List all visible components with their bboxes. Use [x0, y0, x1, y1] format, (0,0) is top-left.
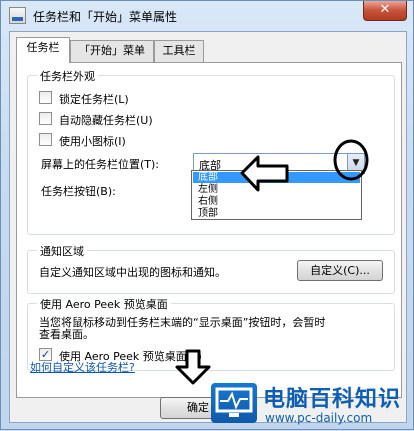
annotation-overlay: [175, 139, 369, 385]
monitor-logo-icon: [211, 383, 257, 423]
watermark-url: www.pc-daily.com: [265, 411, 373, 425]
circle-annotation: [333, 139, 369, 181]
watermark-title: 电脑百科知识: [263, 387, 402, 412]
left-arrow-annotation: [240, 155, 289, 192]
dialog-window: 任务栏和「开始」菜单属性 ✕ 任务栏 「开始」菜单 工具栏 任务栏外观 锁定任务…: [0, 0, 414, 430]
down-arrow-annotation: [175, 349, 211, 385]
watermark: 电脑百科知识 www.pc-daily.com: [211, 379, 414, 431]
